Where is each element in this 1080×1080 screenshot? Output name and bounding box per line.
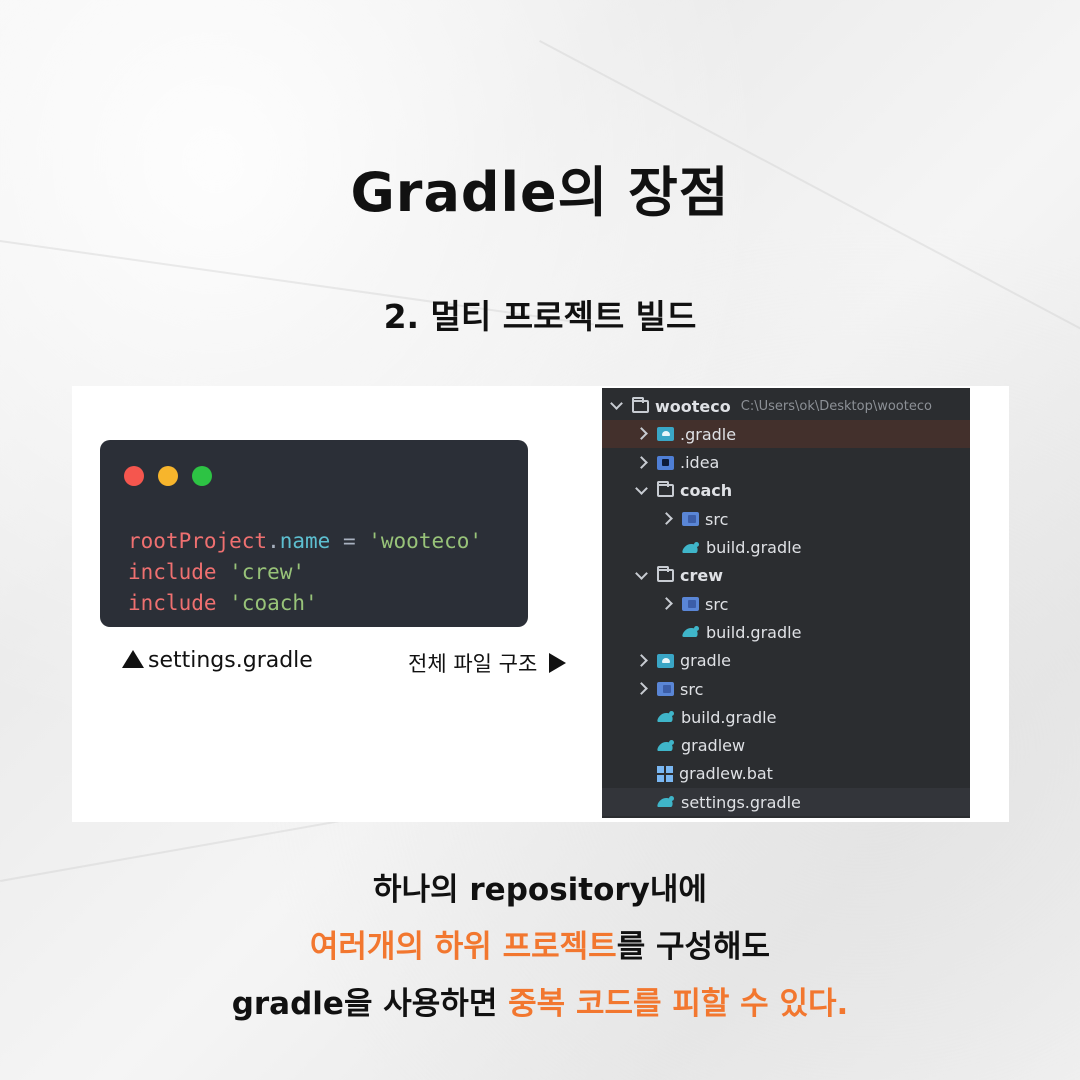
gradle-elephant-icon bbox=[682, 625, 700, 639]
triangle-up-icon bbox=[122, 650, 144, 668]
folder-icon bbox=[657, 481, 674, 498]
code-token: rootProject bbox=[128, 529, 268, 553]
code-line: include 'crew' bbox=[128, 557, 305, 587]
gradle-elephant-icon bbox=[657, 710, 675, 724]
chevron-right-icon[interactable] bbox=[635, 655, 647, 667]
project-file-tree: wooteco C:\Users\ok\Desktop\wooteco .gradl… bbox=[602, 388, 970, 818]
triangle-right-icon bbox=[549, 653, 567, 673]
folder-icon bbox=[657, 566, 674, 583]
tree-item-label: build.gradle bbox=[681, 707, 777, 727]
tree-item[interactable]: .idea bbox=[602, 449, 970, 477]
tree-item-label: src bbox=[705, 594, 729, 614]
tree-item[interactable]: build.gradle bbox=[602, 618, 970, 646]
tree-item-label: build.gradle bbox=[706, 538, 802, 557]
window-close-dot bbox=[124, 466, 144, 486]
code-token: = bbox=[330, 529, 369, 553]
highlight-avoid-duplication: 중복 코드를 피할 수 있다. bbox=[508, 986, 849, 1022]
tree-item[interactable]: wooteco C:\Users\ok\Desktop\wooteco bbox=[602, 392, 970, 420]
source-folder-icon bbox=[682, 512, 699, 527]
tree-item[interactable]: coach bbox=[602, 477, 970, 505]
windows-icon bbox=[657, 765, 673, 782]
code-token: 'coach' bbox=[229, 591, 318, 615]
tree-item[interactable]: .gradle bbox=[602, 420, 970, 449]
tree-item-label: .idea bbox=[680, 453, 720, 473]
chevron-down-icon[interactable] bbox=[635, 485, 647, 497]
tree-item[interactable]: crew bbox=[602, 562, 970, 590]
chevron-right-icon[interactable] bbox=[660, 598, 672, 610]
code-token: include bbox=[128, 591, 230, 615]
gradle-elephant-icon bbox=[682, 541, 700, 555]
chevron-right-icon[interactable] bbox=[660, 513, 672, 525]
tree-item-label: src bbox=[705, 509, 729, 529]
idea-folder-icon bbox=[657, 455, 674, 470]
tree-item-label: coach bbox=[680, 481, 733, 501]
chevron-right-icon[interactable] bbox=[635, 683, 647, 695]
highlight-subprojects: 여러개의 하위 프로젝트 bbox=[309, 929, 617, 965]
structure-caption-text: 전체 파일 구조 bbox=[408, 652, 538, 676]
tree-item[interactable]: src bbox=[602, 505, 970, 533]
tree-item[interactable]: build.gradle bbox=[602, 703, 970, 731]
chevron-right-icon[interactable] bbox=[635, 457, 647, 469]
settings-caption-text: settings.gradle bbox=[148, 648, 313, 673]
tree-item[interactable]: build.gradle bbox=[602, 534, 970, 562]
window-minimize-dot bbox=[158, 466, 178, 486]
chevron-down-icon[interactable] bbox=[610, 400, 622, 412]
code-token: 'wooteco' bbox=[368, 529, 483, 553]
tree-item-label: src bbox=[680, 679, 704, 699]
settings-caption: settings.gradle bbox=[122, 648, 313, 673]
tree-item[interactable]: gradlew.bat bbox=[602, 760, 970, 788]
page-subtitle: 2. 멀티 프로젝트 빌드 bbox=[383, 297, 697, 336]
tree-item[interactable]: src bbox=[602, 675, 970, 703]
bottom-line-1: 하나의 repository내에 bbox=[0, 864, 1080, 909]
code-token: 'crew' bbox=[229, 560, 306, 584]
bottom-line-2: 여러개의 하위 프로젝트를 구성해도 bbox=[0, 921, 1080, 966]
code-line: rootProject.name = 'wooteco' bbox=[128, 526, 482, 556]
tree-item[interactable]: settings.gradle bbox=[602, 788, 970, 817]
chevron-right-icon[interactable] bbox=[635, 428, 647, 440]
tree-item-label: crew bbox=[680, 566, 724, 586]
screenshot-panel: rootProject.name = 'wooteco' include 'cre… bbox=[72, 386, 1009, 822]
structure-caption: 전체 파일 구조 bbox=[408, 648, 567, 678]
code-window: rootProject.name = 'wooteco' include 'cre… bbox=[100, 440, 528, 627]
tree-item-label: wooteco bbox=[655, 396, 731, 416]
code-token: . bbox=[267, 529, 280, 553]
tree-item-label: gradlew.bat bbox=[679, 764, 773, 784]
tree-item-label: .gradle bbox=[680, 424, 737, 444]
bottom-line-2-text: 를 구성해도 bbox=[616, 929, 771, 965]
tree-item[interactable]: gradlew bbox=[602, 732, 970, 760]
source-folder-icon bbox=[657, 682, 674, 696]
source-folder-icon bbox=[682, 597, 699, 612]
tree-item-label: build.gradle bbox=[706, 622, 802, 642]
code-line: include 'coach' bbox=[128, 588, 318, 618]
gradle-folder-icon bbox=[657, 427, 674, 442]
code-token: include bbox=[128, 560, 230, 584]
gradle-elephant-icon bbox=[657, 795, 675, 809]
chevron-down-icon[interactable] bbox=[635, 570, 647, 582]
tree-item-label: settings.gradle bbox=[681, 792, 801, 812]
bottom-line-3-text: gradle을 사용하면 bbox=[231, 986, 509, 1022]
gradle-elephant-icon bbox=[657, 739, 675, 753]
gradle-folder-icon bbox=[657, 653, 674, 668]
page-title: Gradle의 장점 bbox=[350, 161, 730, 224]
window-maximize-dot bbox=[192, 466, 212, 486]
tree-item-label: gradle bbox=[680, 651, 731, 671]
folder-icon bbox=[632, 396, 649, 413]
tree-item-label: gradlew bbox=[681, 736, 746, 756]
tree-item[interactable]: src bbox=[602, 590, 970, 618]
code-token: name bbox=[279, 529, 331, 553]
bottom-line-3: gradle을 사용하면 중복 코드를 피할 수 있다. bbox=[0, 978, 1080, 1023]
project-path: C:\Users\ok\Desktop\wooteco bbox=[740, 398, 932, 414]
tree-item[interactable]: gradle bbox=[602, 647, 970, 675]
bottom-line-1-text: 하나의 repository내에 bbox=[373, 872, 707, 908]
